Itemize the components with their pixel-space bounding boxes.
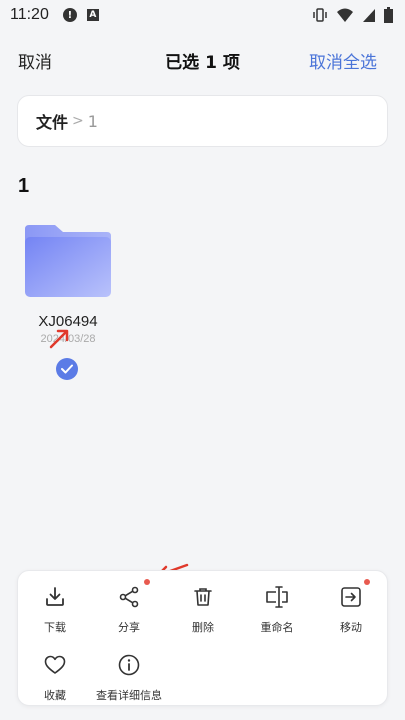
download-icon	[46, 587, 64, 606]
selection-header: 取消 已选 1 项 取消全选	[0, 40, 405, 76]
favorite-button[interactable]: 收藏	[18, 651, 92, 703]
notification-icon: !	[62, 8, 77, 22]
delete-label: 删除	[192, 621, 214, 634]
details-label: 查看详细信息	[96, 689, 162, 702]
details-button[interactable]: 查看详细信息	[92, 651, 166, 703]
download-label: 下载	[44, 621, 66, 634]
share-icon	[119, 586, 139, 608]
move-red-dot	[364, 579, 370, 585]
status-bar: 11:20 ! A	[0, 0, 405, 30]
status-icons	[312, 7, 393, 23]
vibrate-icon	[313, 8, 327, 22]
breadcrumb-separator: >	[72, 113, 84, 129]
status-time: 11:20	[10, 6, 49, 23]
info-icon	[118, 654, 140, 676]
download-button[interactable]: 下载	[18, 583, 92, 635]
trash-icon	[194, 588, 212, 606]
heart-icon	[44, 655, 66, 674]
folder-icon	[25, 225, 111, 297]
app-notification-icon: A	[86, 9, 99, 21]
share-label: 分享	[118, 621, 140, 634]
rename-icon	[266, 586, 288, 608]
move-icon	[341, 587, 361, 607]
action-sheet: 下载 分享 删除 重命名 移动 收藏 查看详细信息	[17, 570, 388, 706]
section-title: 1	[18, 175, 30, 197]
rename-label: 重命名	[260, 621, 294, 634]
deselect-all-button[interactable]: 取消全选	[309, 48, 377, 73]
breadcrumb-current: 1	[87, 111, 98, 131]
rename-button[interactable]: 重命名	[240, 583, 314, 635]
breadcrumb: 文件 > 1	[17, 95, 388, 147]
share-red-dot	[144, 579, 150, 585]
move-label: 移动	[340, 621, 362, 634]
signal-icon	[363, 9, 375, 22]
delete-button[interactable]: 删除	[166, 583, 240, 635]
favorite-label: 收藏	[44, 689, 66, 702]
selected-check-icon[interactable]	[56, 358, 78, 380]
battery-icon	[384, 7, 393, 23]
breadcrumb-root[interactable]: 文件	[36, 109, 68, 133]
move-button[interactable]: 移动	[314, 583, 388, 635]
annotation-arrow-icon	[49, 329, 69, 349]
folder-item[interactable]: XJ06494 2024/03/28	[18, 215, 118, 385]
wifi-icon	[337, 8, 353, 22]
share-button[interactable]: 分享	[92, 583, 166, 635]
